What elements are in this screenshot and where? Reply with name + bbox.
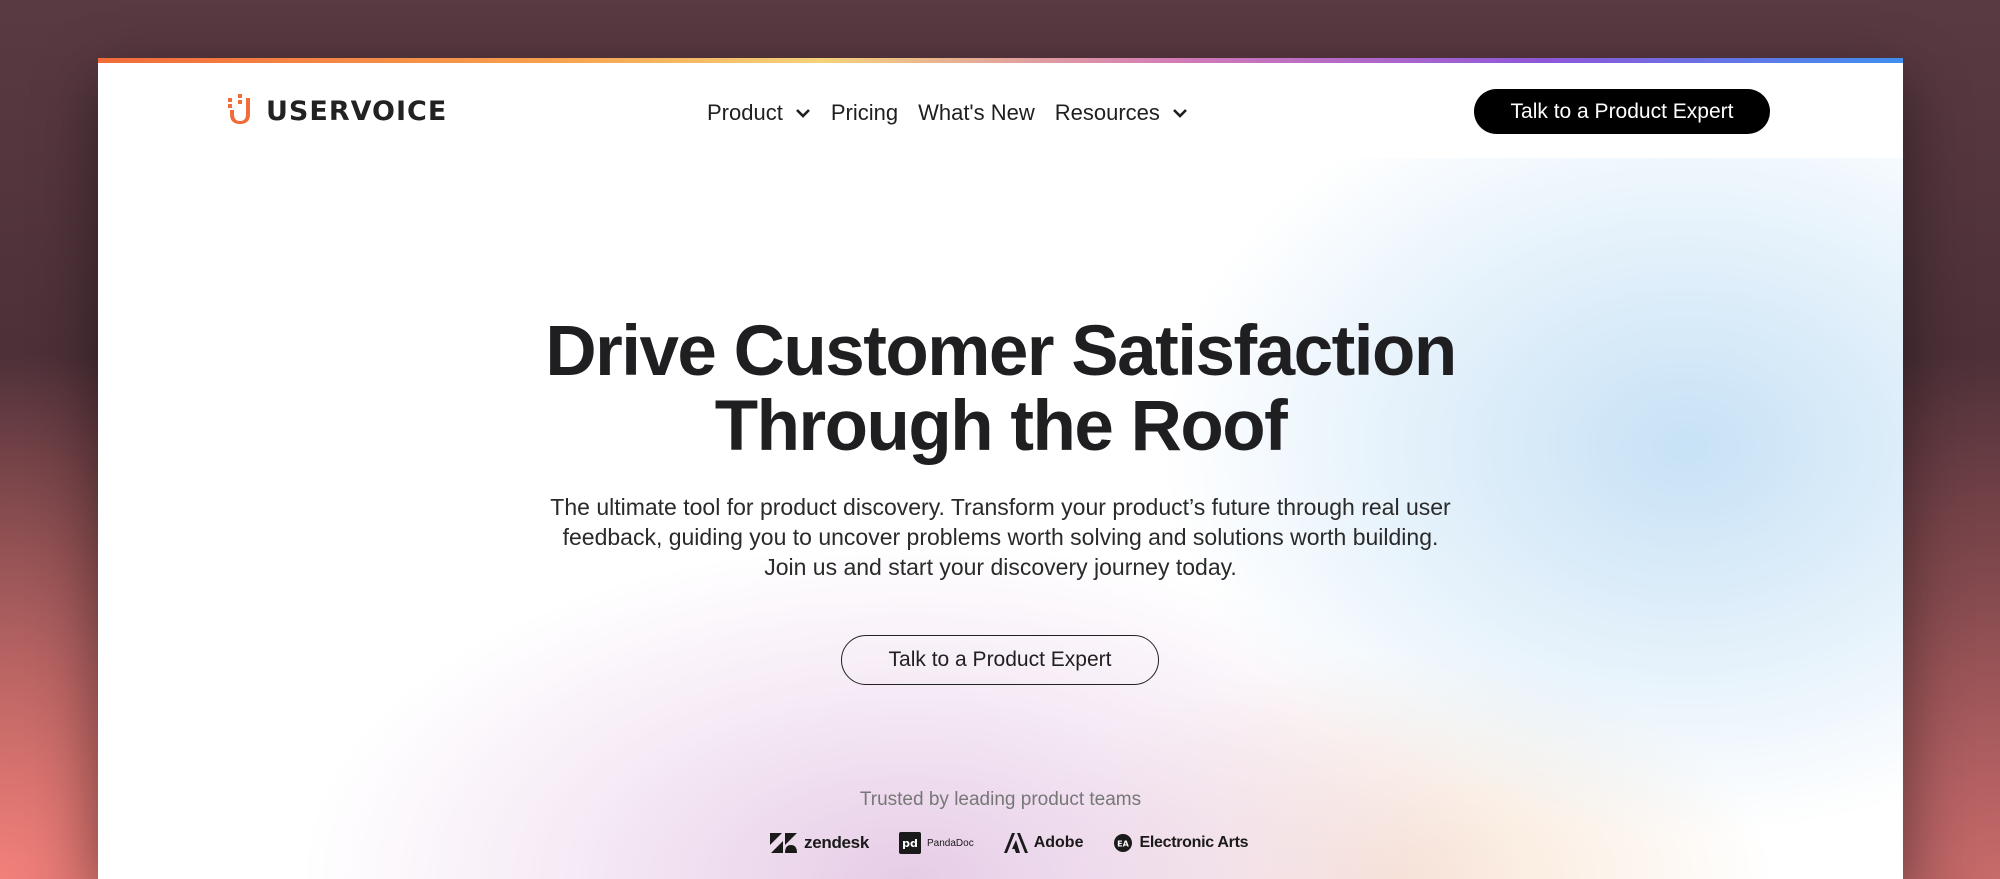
trusted-label: Trusted by leading product teams bbox=[859, 789, 1142, 810]
nav-resources[interactable]: Resources bbox=[1055, 100, 1188, 126]
logo-pandadoc-text: PandaDoc bbox=[927, 837, 974, 849]
svg-text:pd: pd bbox=[902, 837, 918, 850]
top-nav: USERVOICE Product Pricing What's New Res… bbox=[98, 63, 1903, 158]
logo-adobe: Adobe bbox=[1003, 833, 1084, 853]
nav-whats-new[interactable]: What's New bbox=[918, 100, 1035, 126]
nav-talk-to-expert-button[interactable]: Talk to a Product Expert bbox=[1474, 89, 1770, 134]
chevron-down-icon bbox=[795, 107, 811, 119]
brand-logo[interactable]: USERVOICE bbox=[228, 94, 447, 129]
customer-logos: zendesk pd PandaDoc Adobe EA Electronic … bbox=[770, 832, 1249, 854]
svg-text:EA: EA bbox=[1118, 840, 1130, 849]
logo-zendesk: zendesk bbox=[770, 833, 869, 853]
uservoice-logo-icon bbox=[228, 94, 252, 129]
chevron-down-icon bbox=[1172, 107, 1188, 119]
logo-adobe-text: Adobe bbox=[1033, 834, 1084, 851]
nav-resources-label: Resources bbox=[1054, 100, 1160, 125]
headline-line-2: Through the Roof bbox=[714, 387, 1288, 466]
nav-pricing-label: Pricing bbox=[830, 100, 899, 125]
nav-pricing[interactable]: Pricing bbox=[831, 100, 898, 126]
brand-name: USERVOICE bbox=[266, 96, 448, 127]
adobe-icon bbox=[1003, 833, 1028, 853]
nav-product-label: Product bbox=[707, 100, 783, 125]
nav-product[interactable]: Product bbox=[707, 100, 811, 126]
ea-icon: EA bbox=[1114, 834, 1133, 852]
subtext-line-2: feedback, guiding you to uncover problem… bbox=[562, 524, 1439, 550]
pandadoc-icon: pd bbox=[899, 832, 921, 854]
logo-pandadoc: pd PandaDoc bbox=[899, 832, 974, 854]
subtext-line-1: The ultimate tool for product discovery.… bbox=[550, 494, 1451, 520]
browser-window: USERVOICE Product Pricing What's New Res… bbox=[98, 58, 1903, 879]
zendesk-icon bbox=[770, 833, 797, 853]
hero-talk-to-expert-button[interactable]: Talk to a Product Expert bbox=[841, 635, 1159, 685]
hero-subtext: The ultimate tool for product discovery.… bbox=[98, 492, 1903, 582]
headline-line-1: Drive Customer Satisfaction bbox=[545, 312, 1457, 391]
logo-electronic-arts-text: Electronic Arts bbox=[1139, 834, 1249, 851]
hero-headline: Drive Customer Satisfaction Through the … bbox=[98, 314, 1903, 464]
nav-links: Product Pricing What's New Resources bbox=[707, 100, 1188, 126]
logo-zendesk-text: zendesk bbox=[804, 833, 869, 852]
subtext-line-3: Join us and start your discovery journey… bbox=[764, 554, 1237, 580]
logo-electronic-arts: EA Electronic Arts bbox=[1113, 833, 1249, 853]
nav-whats-new-label: What's New bbox=[918, 100, 1035, 125]
